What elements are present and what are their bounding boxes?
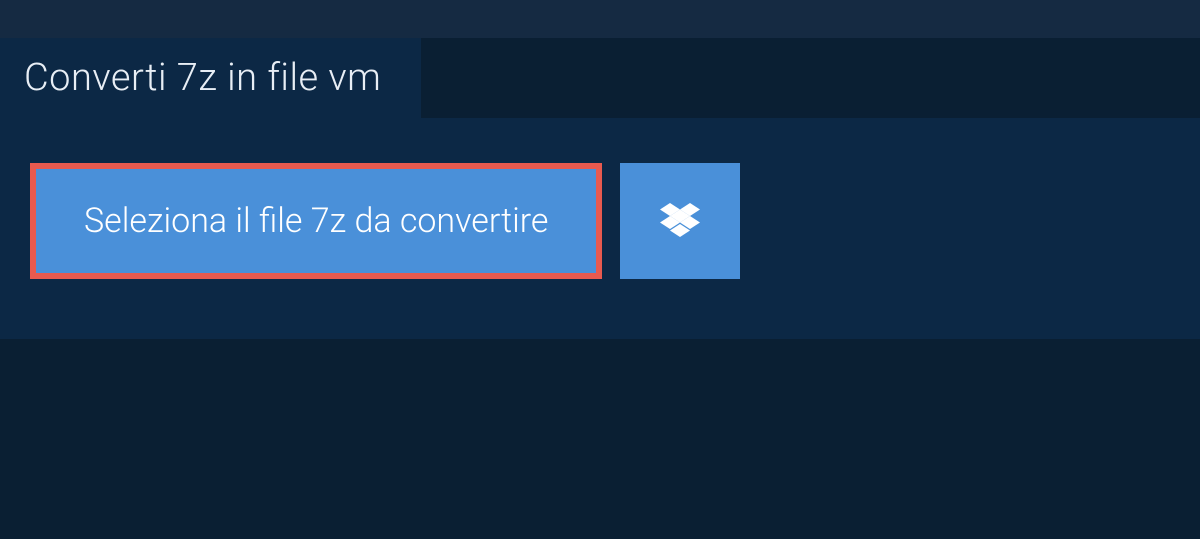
page-tab: Converti 7z in file vm xyxy=(0,38,421,118)
button-row: Seleziona il file 7z da convertire xyxy=(30,163,1170,279)
top-bar xyxy=(0,0,1200,38)
select-file-button[interactable]: Seleziona il file 7z da convertire xyxy=(30,163,602,279)
dropbox-button[interactable] xyxy=(620,163,740,279)
content-panel: Seleziona il file 7z da convertire xyxy=(0,118,1200,339)
page-title: Converti 7z in file vm xyxy=(24,56,381,100)
select-file-label: Seleziona il file 7z da convertire xyxy=(84,201,548,241)
dropbox-icon xyxy=(660,203,700,239)
bottom-area xyxy=(0,339,1200,539)
